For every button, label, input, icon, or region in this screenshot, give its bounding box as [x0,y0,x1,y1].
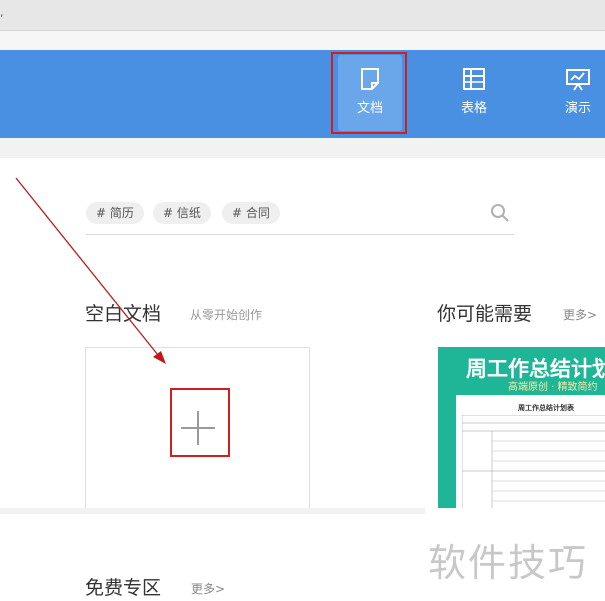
free-zone-title: 免费专区 [85,577,162,599]
recommend-title: 你可能需要 [437,303,533,325]
lower-divider [0,508,425,514]
nav-tab-presentation-label: 演示 [564,101,591,116]
blank-doc-subtitle: 从零开始创作 [190,308,263,322]
watermark-text: 软件技巧 [428,541,589,585]
search-tag-contract[interactable]: # 合同 [222,202,280,224]
plus-icon[interactable] [181,411,215,445]
template-preview-title: 周工作总结计划表 [518,404,574,412]
search-icon[interactable] [490,203,510,223]
template-card-subtitle: 高端原创 · 精致简约 [508,382,598,393]
free-zone-more-link[interactable]: 更多> [191,580,225,597]
nav-tab-presentation[interactable]: 演示 [546,55,605,131]
template-table-preview [462,415,605,509]
window-titlebar: , [0,0,605,31]
category-nav-bar: 文档 表格 演示 [0,50,605,138]
toolbar-strip [0,31,605,50]
search-tag-resume[interactable]: # 简历 [86,202,144,224]
search-tag-letter[interactable]: # 信纸 [153,202,211,224]
titlebar-glyph: , [0,6,4,19]
template-search-bar[interactable]: # 简历 # 信纸 # 合同 [86,200,514,235]
spreadsheet-icon [463,68,485,90]
nav-tab-document-label: 文档 [356,101,383,116]
template-card-weekly-plan[interactable]: 周工作总结计划 高端原创 · 精致简约 周工作总结计划表 [438,347,605,509]
nav-tab-spreadsheet[interactable]: 表格 [442,55,506,131]
blank-doc-title: 空白文档 [85,303,162,325]
recommend-more-link[interactable]: 更多> [563,306,597,323]
nav-tab-document[interactable]: 文档 [338,55,402,131]
section-divider [0,138,605,158]
presentation-icon [566,69,590,91]
nav-tab-spreadsheet-label: 表格 [460,101,487,116]
template-preview-paper: 周工作总结计划表 [456,395,605,509]
document-icon [361,68,379,90]
